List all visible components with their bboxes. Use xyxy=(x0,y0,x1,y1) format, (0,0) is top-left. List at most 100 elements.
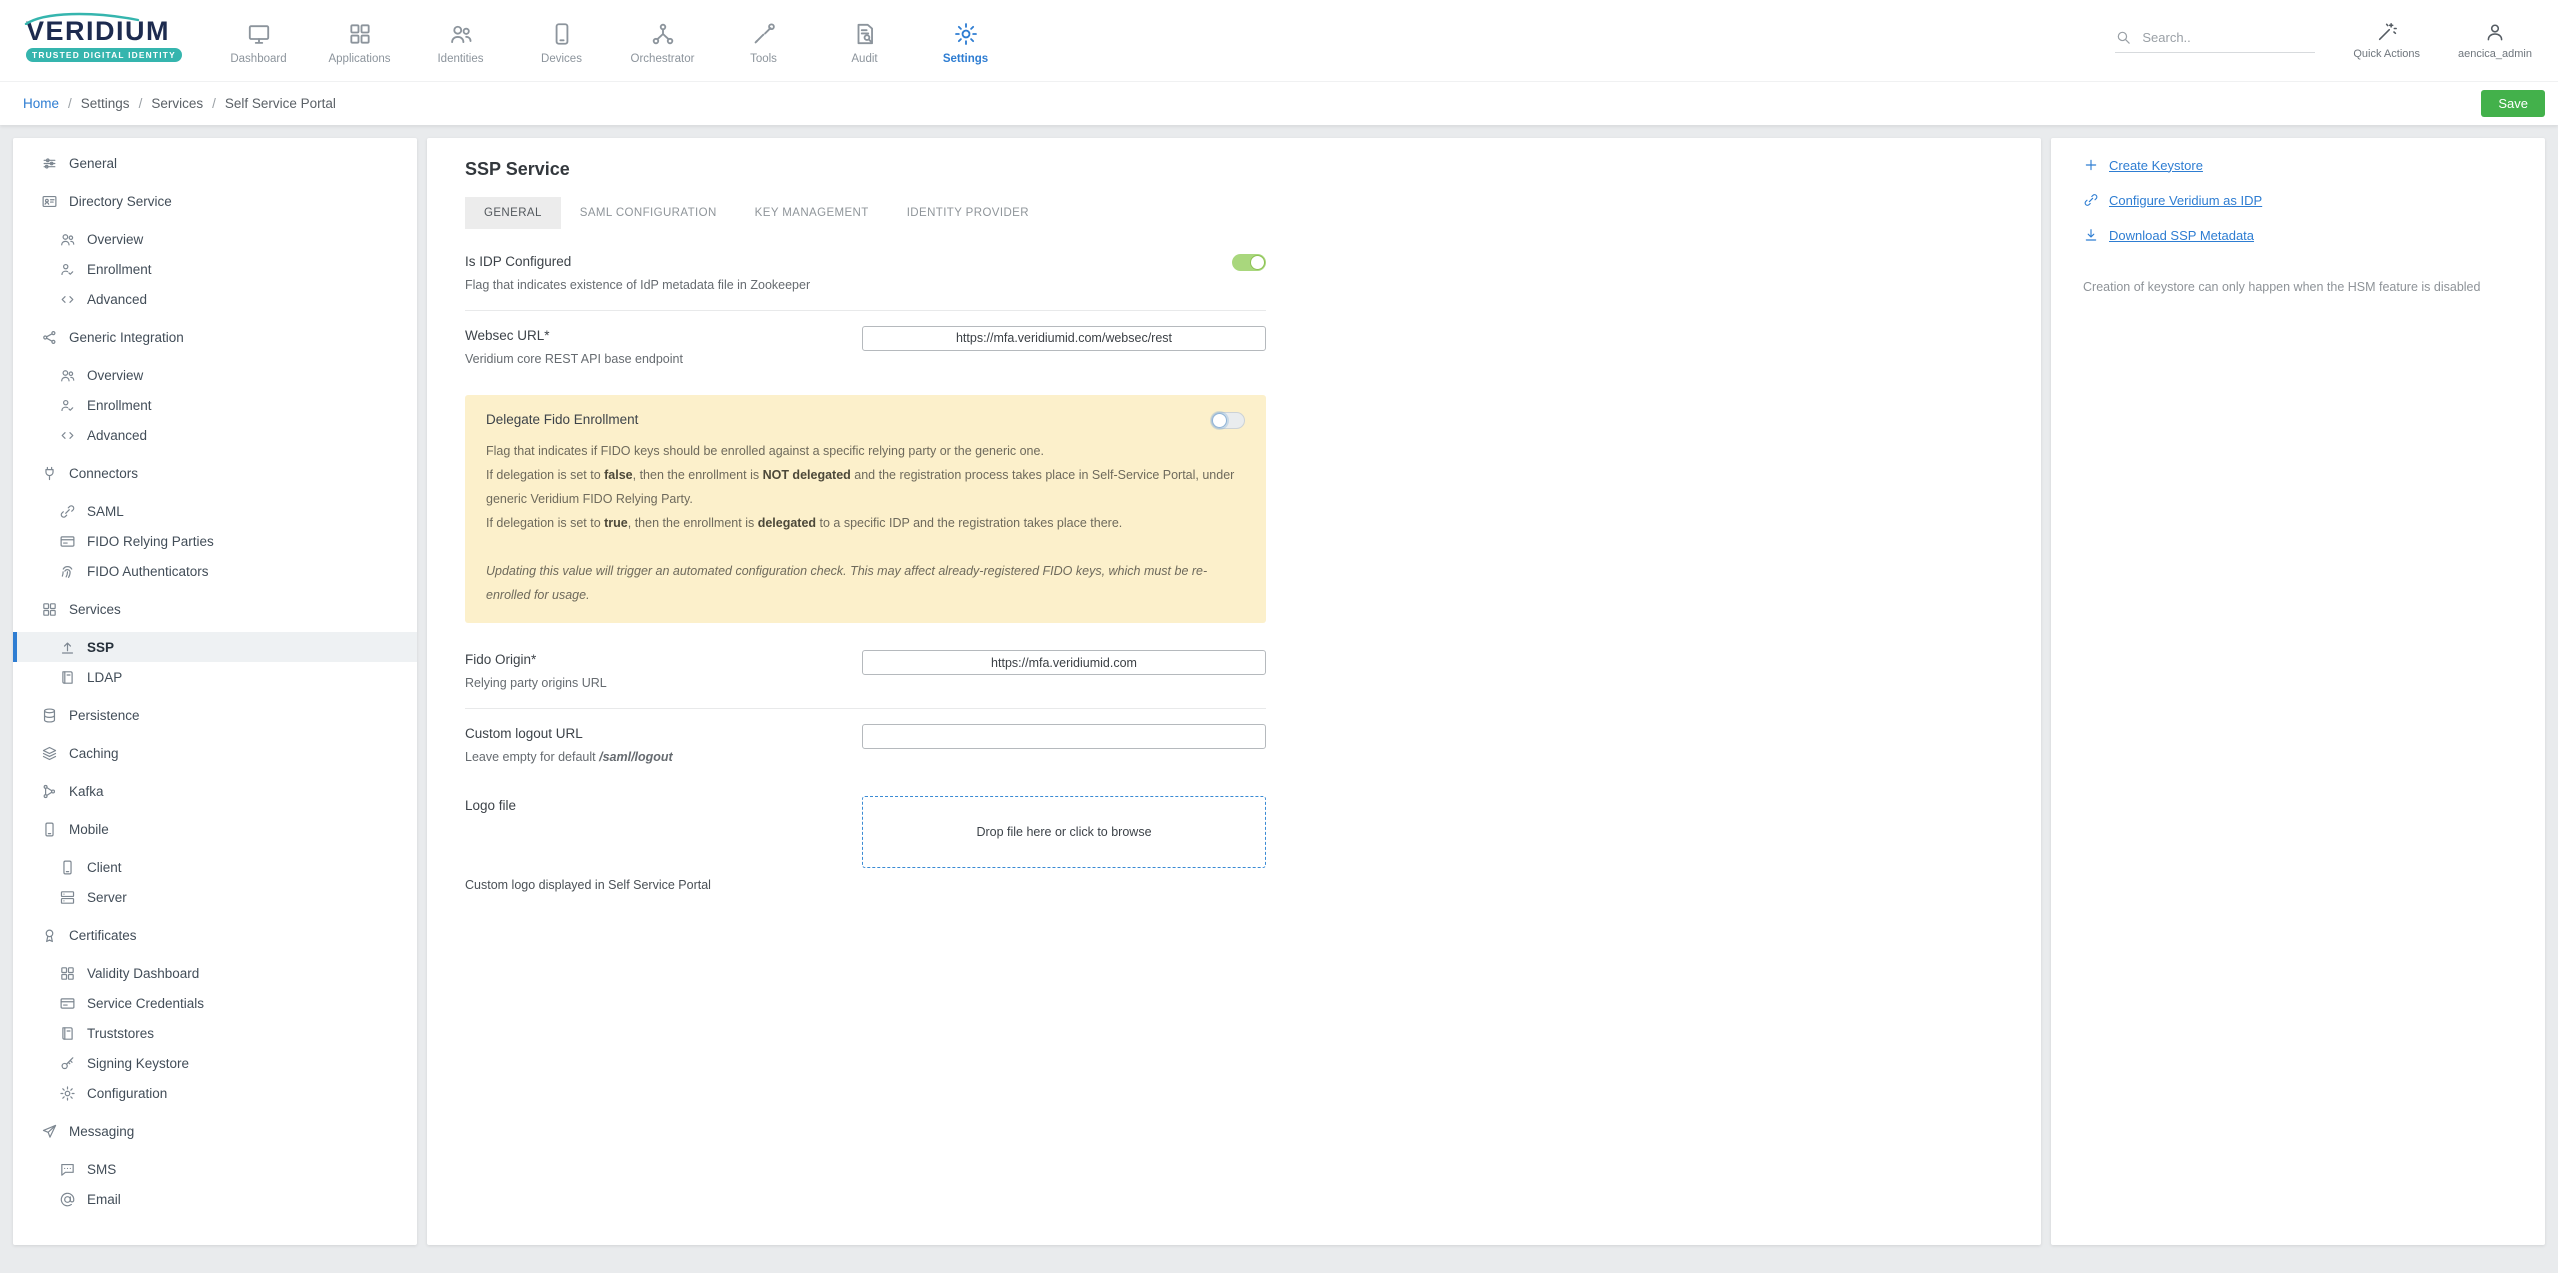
tab-key-management[interactable]: KEY MANAGEMENT xyxy=(736,197,888,229)
sidebar-item-fido-authenticators[interactable]: FIDO Authenticators xyxy=(13,556,417,586)
dashboard-icon xyxy=(246,21,272,47)
sidebar-item-generic-integration[interactable]: Generic Integration xyxy=(13,322,417,352)
nav-item-devices[interactable]: Devices xyxy=(511,17,612,65)
sidebar-item-label: SMS xyxy=(87,1162,116,1177)
custom-logout-url-label: Custom logout URL xyxy=(465,726,823,741)
sidebar-item-service-credentials[interactable]: Service Credentials xyxy=(13,988,417,1018)
nav-item-dashboard[interactable]: Dashboard xyxy=(208,17,309,65)
sidebar-item-mobile[interactable]: Mobile xyxy=(13,814,417,844)
custom-logout-url-description: Leave empty for default /saml/logout xyxy=(465,749,823,767)
sidebar-item-certificates[interactable]: Certificates xyxy=(13,920,417,950)
sidebar-item-fido-relying-parties[interactable]: FIDO Relying Parties xyxy=(13,526,417,556)
is-idp-configured-description: Flag that indicates existence of IdP met… xyxy=(465,277,823,295)
nav-item-label: Tools xyxy=(750,53,777,65)
quick-actions-button[interactable]: Quick Actions xyxy=(2353,21,2420,60)
user-icon xyxy=(2484,21,2506,43)
sidebar-item-caching[interactable]: Caching xyxy=(13,738,417,768)
sidebar-item-label: SSP xyxy=(87,640,114,655)
code-icon xyxy=(59,427,76,444)
search-input[interactable] xyxy=(2142,30,2302,45)
sidebar-item-messaging[interactable]: Messaging xyxy=(13,1116,417,1146)
nav-item-tools[interactable]: Tools xyxy=(713,17,814,65)
share-icon xyxy=(41,329,58,346)
user-menu[interactable]: aencica_admin xyxy=(2458,21,2532,60)
sidebar-item-email[interactable]: Email xyxy=(13,1184,417,1214)
breadcrumb-separator: / xyxy=(212,96,216,111)
websec-url-input[interactable] xyxy=(862,326,1266,351)
sidebar-item-label: Connectors xyxy=(69,466,138,481)
sidebar-item-label: Overview xyxy=(87,368,143,383)
sidebar-item-overview[interactable]: Overview xyxy=(13,360,417,390)
nav-item-label: Identities xyxy=(437,53,483,65)
ssp-service-panel: SSP Service GENERALSAML CONFIGURATIONKEY… xyxy=(427,138,2041,1245)
nav-item-orchestrator[interactable]: Orchestrator xyxy=(612,17,713,65)
sidebar-item-enrollment[interactable]: Enrollment xyxy=(13,254,417,284)
breadcrumb-item-settings[interactable]: Settings xyxy=(81,96,130,111)
sidebar-item-signing-keystore[interactable]: Signing Keystore xyxy=(13,1048,417,1078)
sidebar-item-configuration[interactable]: Configuration xyxy=(13,1078,417,1108)
sidebar-item-enrollment[interactable]: Enrollment xyxy=(13,390,417,420)
is-idp-configured-toggle[interactable] xyxy=(1232,254,1266,271)
sidebar-item-persistence[interactable]: Persistence xyxy=(13,700,417,730)
plug-icon xyxy=(41,465,58,482)
toggle-knob xyxy=(1212,413,1227,428)
enroll-icon xyxy=(59,261,76,278)
keystore-hsm-note: Creation of keystore can only happen whe… xyxy=(2083,277,2489,298)
page-title: SSP Service xyxy=(465,159,2003,180)
logo-file-dropzone[interactable]: Drop file here or click to browse xyxy=(862,796,1266,868)
sidebar-item-kafka[interactable]: Kafka xyxy=(13,776,417,806)
sidebar-item-ldap[interactable]: LDAP xyxy=(13,662,417,692)
sidebar-item-saml[interactable]: SAML xyxy=(13,496,417,526)
sidebar-item-client[interactable]: Client xyxy=(13,852,417,882)
nav-item-label: Audit xyxy=(851,53,877,65)
tab-identity-provider[interactable]: IDENTITY PROVIDER xyxy=(888,197,1048,229)
global-search xyxy=(2115,29,2315,53)
sidebar-item-advanced[interactable]: Advanced xyxy=(13,420,417,450)
grid-icon xyxy=(59,965,76,982)
sidebar-item-ssp[interactable]: SSP xyxy=(13,632,417,662)
sidebar-item-overview[interactable]: Overview xyxy=(13,224,417,254)
sidebar-item-general[interactable]: General xyxy=(13,148,417,178)
breadcrumb-item-home[interactable]: Home xyxy=(23,96,59,111)
nav-item-identities[interactable]: Identities xyxy=(410,17,511,65)
sidebar-item-services[interactable]: Services xyxy=(13,594,417,624)
database-icon xyxy=(41,707,58,724)
save-button[interactable]: Save xyxy=(2481,90,2545,117)
tab-general[interactable]: GENERAL xyxy=(465,197,561,229)
veridium-logo[interactable]: VERIDIUM TRUSTED DIGITAL IDENTITY xyxy=(26,18,194,63)
sidebar-item-advanced[interactable]: Advanced xyxy=(13,284,417,314)
nav-item-applications[interactable]: Applications xyxy=(309,17,410,65)
custom-logout-url-input[interactable] xyxy=(862,724,1266,749)
sidebar-item-validity-dashboard[interactable]: Validity Dashboard xyxy=(13,958,417,988)
nav-item-settings[interactable]: Settings xyxy=(915,17,1016,65)
server-icon xyxy=(59,889,76,906)
create-keystore-link[interactable]: Create Keystore xyxy=(2083,157,2513,173)
breadcrumb-item-services[interactable]: Services xyxy=(151,96,203,111)
sidebar-item-label: Advanced xyxy=(87,428,147,443)
tab-saml-configuration[interactable]: SAML CONFIGURATION xyxy=(561,197,736,229)
sidebar-item-label: Advanced xyxy=(87,292,147,307)
sidebar-item-label: Client xyxy=(87,860,122,875)
sidebar-item-directory-service[interactable]: Directory Service xyxy=(13,186,417,216)
sidebar-item-truststores[interactable]: Truststores xyxy=(13,1018,417,1048)
sidebar-item-label: Service Credentials xyxy=(87,996,204,1011)
magic-wand-icon xyxy=(2376,21,2398,43)
delegate-fido-toggle[interactable] xyxy=(1211,412,1245,429)
sidebar-item-label: Messaging xyxy=(69,1124,134,1139)
search-icon xyxy=(2115,29,2132,46)
nav-item-label: Dashboard xyxy=(230,53,286,65)
actions-list: Create Keystore Configure Veridium as IDP… xyxy=(2083,157,2513,243)
sidebar-item-server[interactable]: Server xyxy=(13,882,417,912)
sidebar-item-label: Directory Service xyxy=(69,194,172,209)
brand-name: VERIDIUM xyxy=(26,18,194,45)
fido-origin-input[interactable] xyxy=(862,650,1266,675)
download-ssp-metadata-link[interactable]: Download SSP Metadata xyxy=(2083,227,2513,243)
fingerprint-icon xyxy=(59,563,76,580)
sidebar-item-connectors[interactable]: Connectors xyxy=(13,458,417,488)
configure-veridium-as-idp-link[interactable]: Configure Veridium as IDP xyxy=(2083,192,2513,208)
enroll-icon xyxy=(59,397,76,414)
sidebar-item-sms[interactable]: SMS xyxy=(13,1154,417,1184)
delegate-fido-warning: Updating this value will trigger an auto… xyxy=(486,559,1226,607)
nav-item-audit[interactable]: Audit xyxy=(814,17,915,65)
nav-item-label: Settings xyxy=(943,53,988,65)
